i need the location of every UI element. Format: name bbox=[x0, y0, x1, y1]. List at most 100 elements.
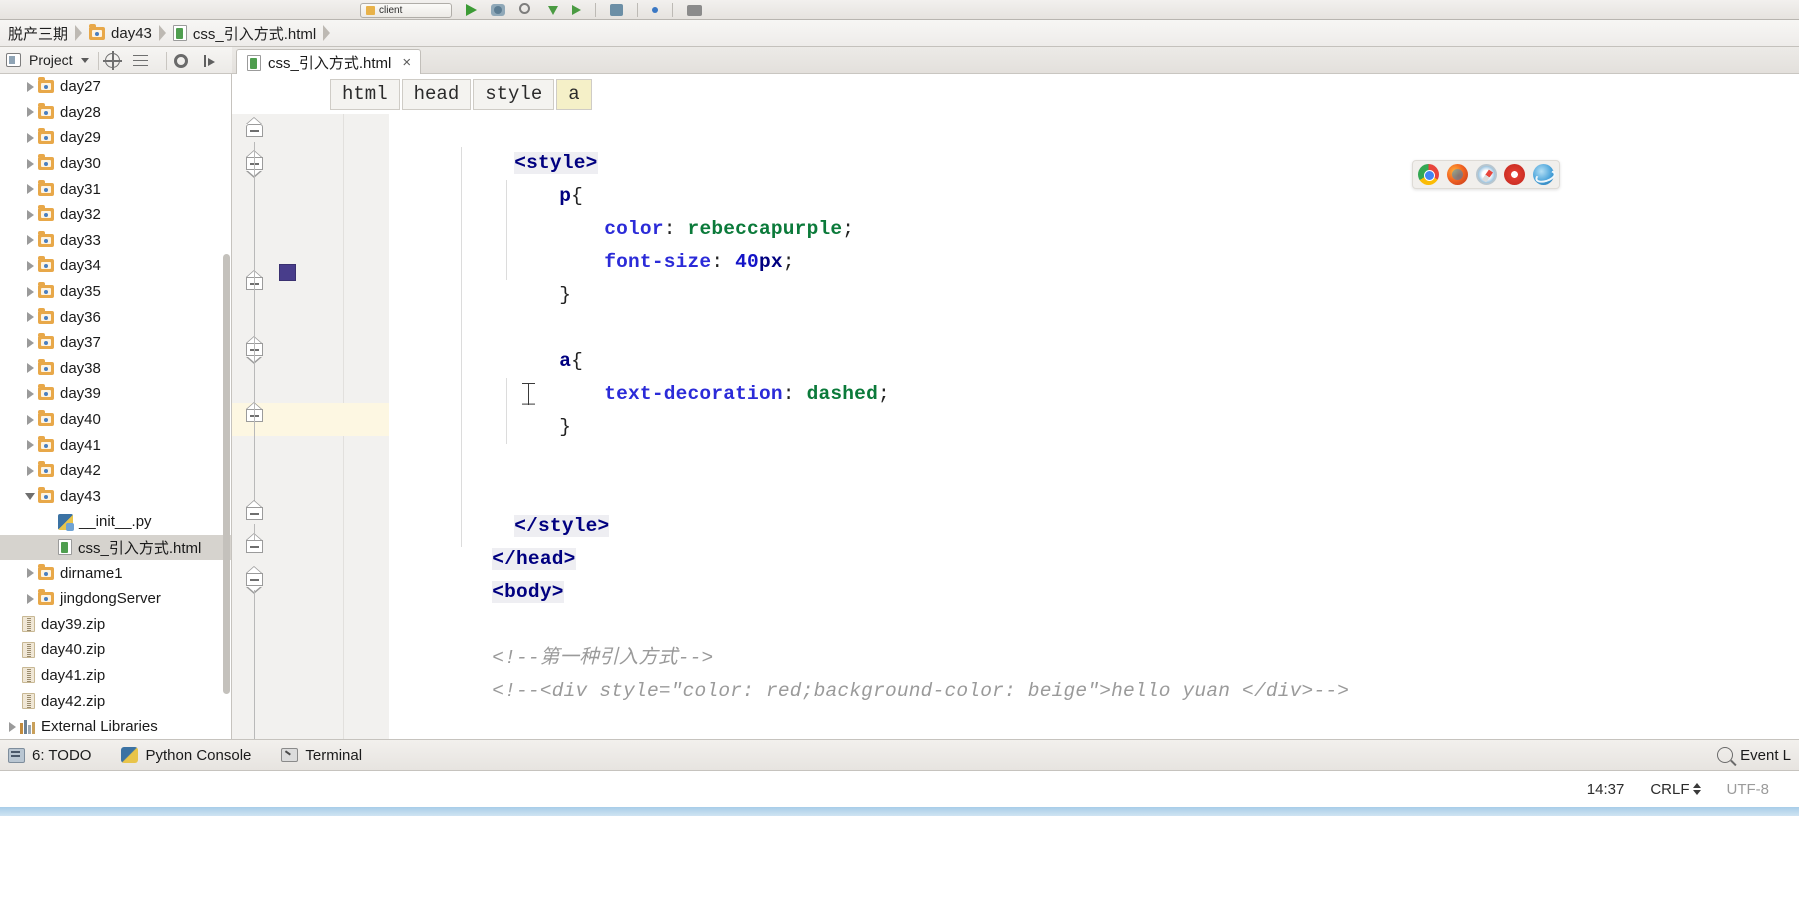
tree-item[interactable]: jingdongServer bbox=[0, 586, 231, 612]
tag-breadcrumb-head[interactable]: head bbox=[401, 78, 472, 110]
collapse-all-icon[interactable] bbox=[133, 54, 148, 68]
breadcrumb-item-project[interactable]: 脱产三期 bbox=[2, 20, 74, 47]
tree-item[interactable]: day40 bbox=[0, 407, 231, 433]
tree-item[interactable]: day33 bbox=[0, 228, 231, 254]
chevron-right-icon[interactable] bbox=[22, 261, 38, 271]
locate-icon[interactable] bbox=[103, 51, 122, 70]
chevron-right-icon[interactable] bbox=[22, 594, 38, 604]
color-swatch-rebeccapurple[interactable] bbox=[279, 264, 296, 281]
chevron-right-icon[interactable] bbox=[22, 312, 38, 322]
scrollbar-thumb[interactable] bbox=[223, 254, 230, 694]
tree-item[interactable]: day36 bbox=[0, 304, 231, 330]
html-file-icon bbox=[172, 25, 187, 41]
tree-item[interactable]: day34 bbox=[0, 253, 231, 279]
step-icon[interactable] bbox=[572, 5, 581, 15]
tree-item[interactable]: day39 bbox=[0, 381, 231, 407]
chevron-down-icon[interactable] bbox=[80, 57, 89, 63]
code-editor[interactable]: html head style a <style> p{color: rebe… bbox=[232, 74, 1799, 739]
tree-item[interactable]: day35 bbox=[0, 279, 231, 305]
tag-breadcrumb-style[interactable]: style bbox=[473, 78, 555, 110]
toolbar-separator bbox=[595, 3, 596, 17]
fold-marker-body[interactable] bbox=[244, 566, 264, 594]
fold-marker-style[interactable] bbox=[244, 117, 264, 141]
chevron-right-icon[interactable] bbox=[22, 184, 38, 194]
chrome-icon[interactable] bbox=[1418, 164, 1439, 185]
chevron-right-icon[interactable] bbox=[22, 210, 38, 220]
code-token-unit-px: px bbox=[758, 251, 783, 273]
chevron-right-icon[interactable] bbox=[4, 722, 20, 732]
project-tree[interactable]: day27 day28 day29 day30 day31 day32 day33 day34… bbox=[0, 74, 232, 739]
project-tree-scrollbar[interactable] bbox=[222, 74, 231, 739]
editor-tab-css-file[interactable]: css_引入方式.html × bbox=[236, 49, 422, 75]
chevron-right-icon[interactable] bbox=[22, 235, 38, 245]
hide-panel-icon[interactable] bbox=[204, 54, 218, 68]
breadcrumb-item-file[interactable]: css_引入方式.html bbox=[167, 20, 322, 47]
tree-item[interactable]: day30 bbox=[0, 151, 231, 177]
debug-icon[interactable] bbox=[491, 4, 505, 16]
tree-item[interactable]: day32 bbox=[0, 202, 231, 228]
chevron-right-icon[interactable] bbox=[22, 466, 38, 476]
tree-item[interactable]: day29 bbox=[0, 125, 231, 151]
chevron-right-icon[interactable] bbox=[22, 107, 38, 117]
run-icon[interactable] bbox=[466, 4, 477, 16]
tree-item[interactable]: day41 bbox=[0, 432, 231, 458]
chevron-right-icon[interactable] bbox=[22, 440, 38, 450]
code-token-value-dashed: dashed bbox=[806, 383, 878, 405]
tree-item[interactable]: day43 bbox=[0, 484, 231, 510]
status-encoding[interactable]: UTF-8 bbox=[1727, 781, 1770, 798]
code-token-semicolon: ; bbox=[782, 251, 795, 273]
bottom-item-todo[interactable]: 6: TODO bbox=[8, 747, 91, 764]
todo-icon bbox=[8, 747, 25, 763]
tree-item[interactable]: css_引入方式.html bbox=[0, 534, 231, 561]
chevron-right-icon[interactable] bbox=[22, 389, 38, 399]
code-content[interactable]: <style> p{ color: rebeccapurple; font-si… bbox=[389, 114, 1799, 739]
settings-icon[interactable] bbox=[174, 53, 188, 68]
bottom-item-python-console[interactable]: Python Console bbox=[121, 747, 251, 764]
screenshot-icon[interactable] bbox=[687, 4, 702, 16]
safari-icon[interactable] bbox=[1475, 164, 1497, 185]
tag-breadcrumb-html[interactable]: html bbox=[330, 78, 400, 110]
internet-explorer-icon[interactable] bbox=[1533, 164, 1554, 185]
tree-item[interactable]: day40.zip bbox=[0, 637, 231, 663]
tree-item[interactable]: day27 bbox=[0, 74, 231, 100]
chevron-right-icon[interactable] bbox=[22, 415, 38, 425]
bottom-item-terminal[interactable]: Terminal bbox=[281, 747, 362, 764]
breadcrumb-item-folder[interactable]: day43 bbox=[83, 20, 158, 47]
chevron-right-icon[interactable] bbox=[22, 133, 38, 143]
tag-breadcrumb-a[interactable]: a bbox=[556, 78, 592, 110]
chevron-right-icon[interactable] bbox=[22, 568, 38, 578]
tree-item[interactable]: dirname1 bbox=[0, 560, 231, 586]
firefox-icon[interactable] bbox=[1446, 164, 1468, 185]
browser-launcher-popup[interactable] bbox=[1412, 160, 1560, 189]
coverage-icon[interactable] bbox=[519, 3, 534, 17]
tree-item[interactable]: day38 bbox=[0, 356, 231, 382]
status-line-separator[interactable]: CRLF bbox=[1650, 781, 1701, 798]
tree-item[interactable]: day42.zip bbox=[0, 688, 231, 714]
tree-item[interactable]: day39.zip bbox=[0, 611, 231, 637]
tree-item[interactable]: __init__.py bbox=[0, 509, 231, 535]
chevron-right-icon[interactable] bbox=[22, 338, 38, 348]
attach-icon[interactable] bbox=[610, 4, 623, 16]
tree-item[interactable]: External Libraries bbox=[0, 714, 231, 739]
tree-item[interactable]: day31 bbox=[0, 176, 231, 202]
marker-icon[interactable] bbox=[652, 7, 658, 13]
tree-item-label: day28 bbox=[60, 103, 101, 121]
fold-marker-style-end[interactable] bbox=[244, 500, 264, 524]
code-token-body-open: <body> bbox=[492, 581, 564, 603]
chevron-right-icon[interactable] bbox=[22, 82, 38, 92]
event-log-button[interactable]: Event L bbox=[1717, 747, 1791, 764]
close-icon[interactable]: × bbox=[402, 55, 411, 70]
chevron-down-icon[interactable] bbox=[22, 493, 38, 500]
chevron-right-icon[interactable] bbox=[22, 159, 38, 169]
profile-icon[interactable] bbox=[548, 5, 558, 15]
chevron-right-icon[interactable] bbox=[22, 363, 38, 373]
tree-item[interactable]: day28 bbox=[0, 100, 231, 126]
run-configuration-selector[interactable]: client bbox=[360, 2, 452, 18]
fold-marker-head-end[interactable] bbox=[244, 533, 264, 557]
opera-icon[interactable] bbox=[1504, 164, 1526, 185]
chevron-right-icon[interactable] bbox=[22, 287, 38, 297]
panel-divider bbox=[98, 52, 99, 70]
tree-item[interactable]: day41.zip bbox=[0, 663, 231, 689]
tree-item[interactable]: day37 bbox=[0, 330, 231, 356]
tree-item[interactable]: day42 bbox=[0, 458, 231, 484]
